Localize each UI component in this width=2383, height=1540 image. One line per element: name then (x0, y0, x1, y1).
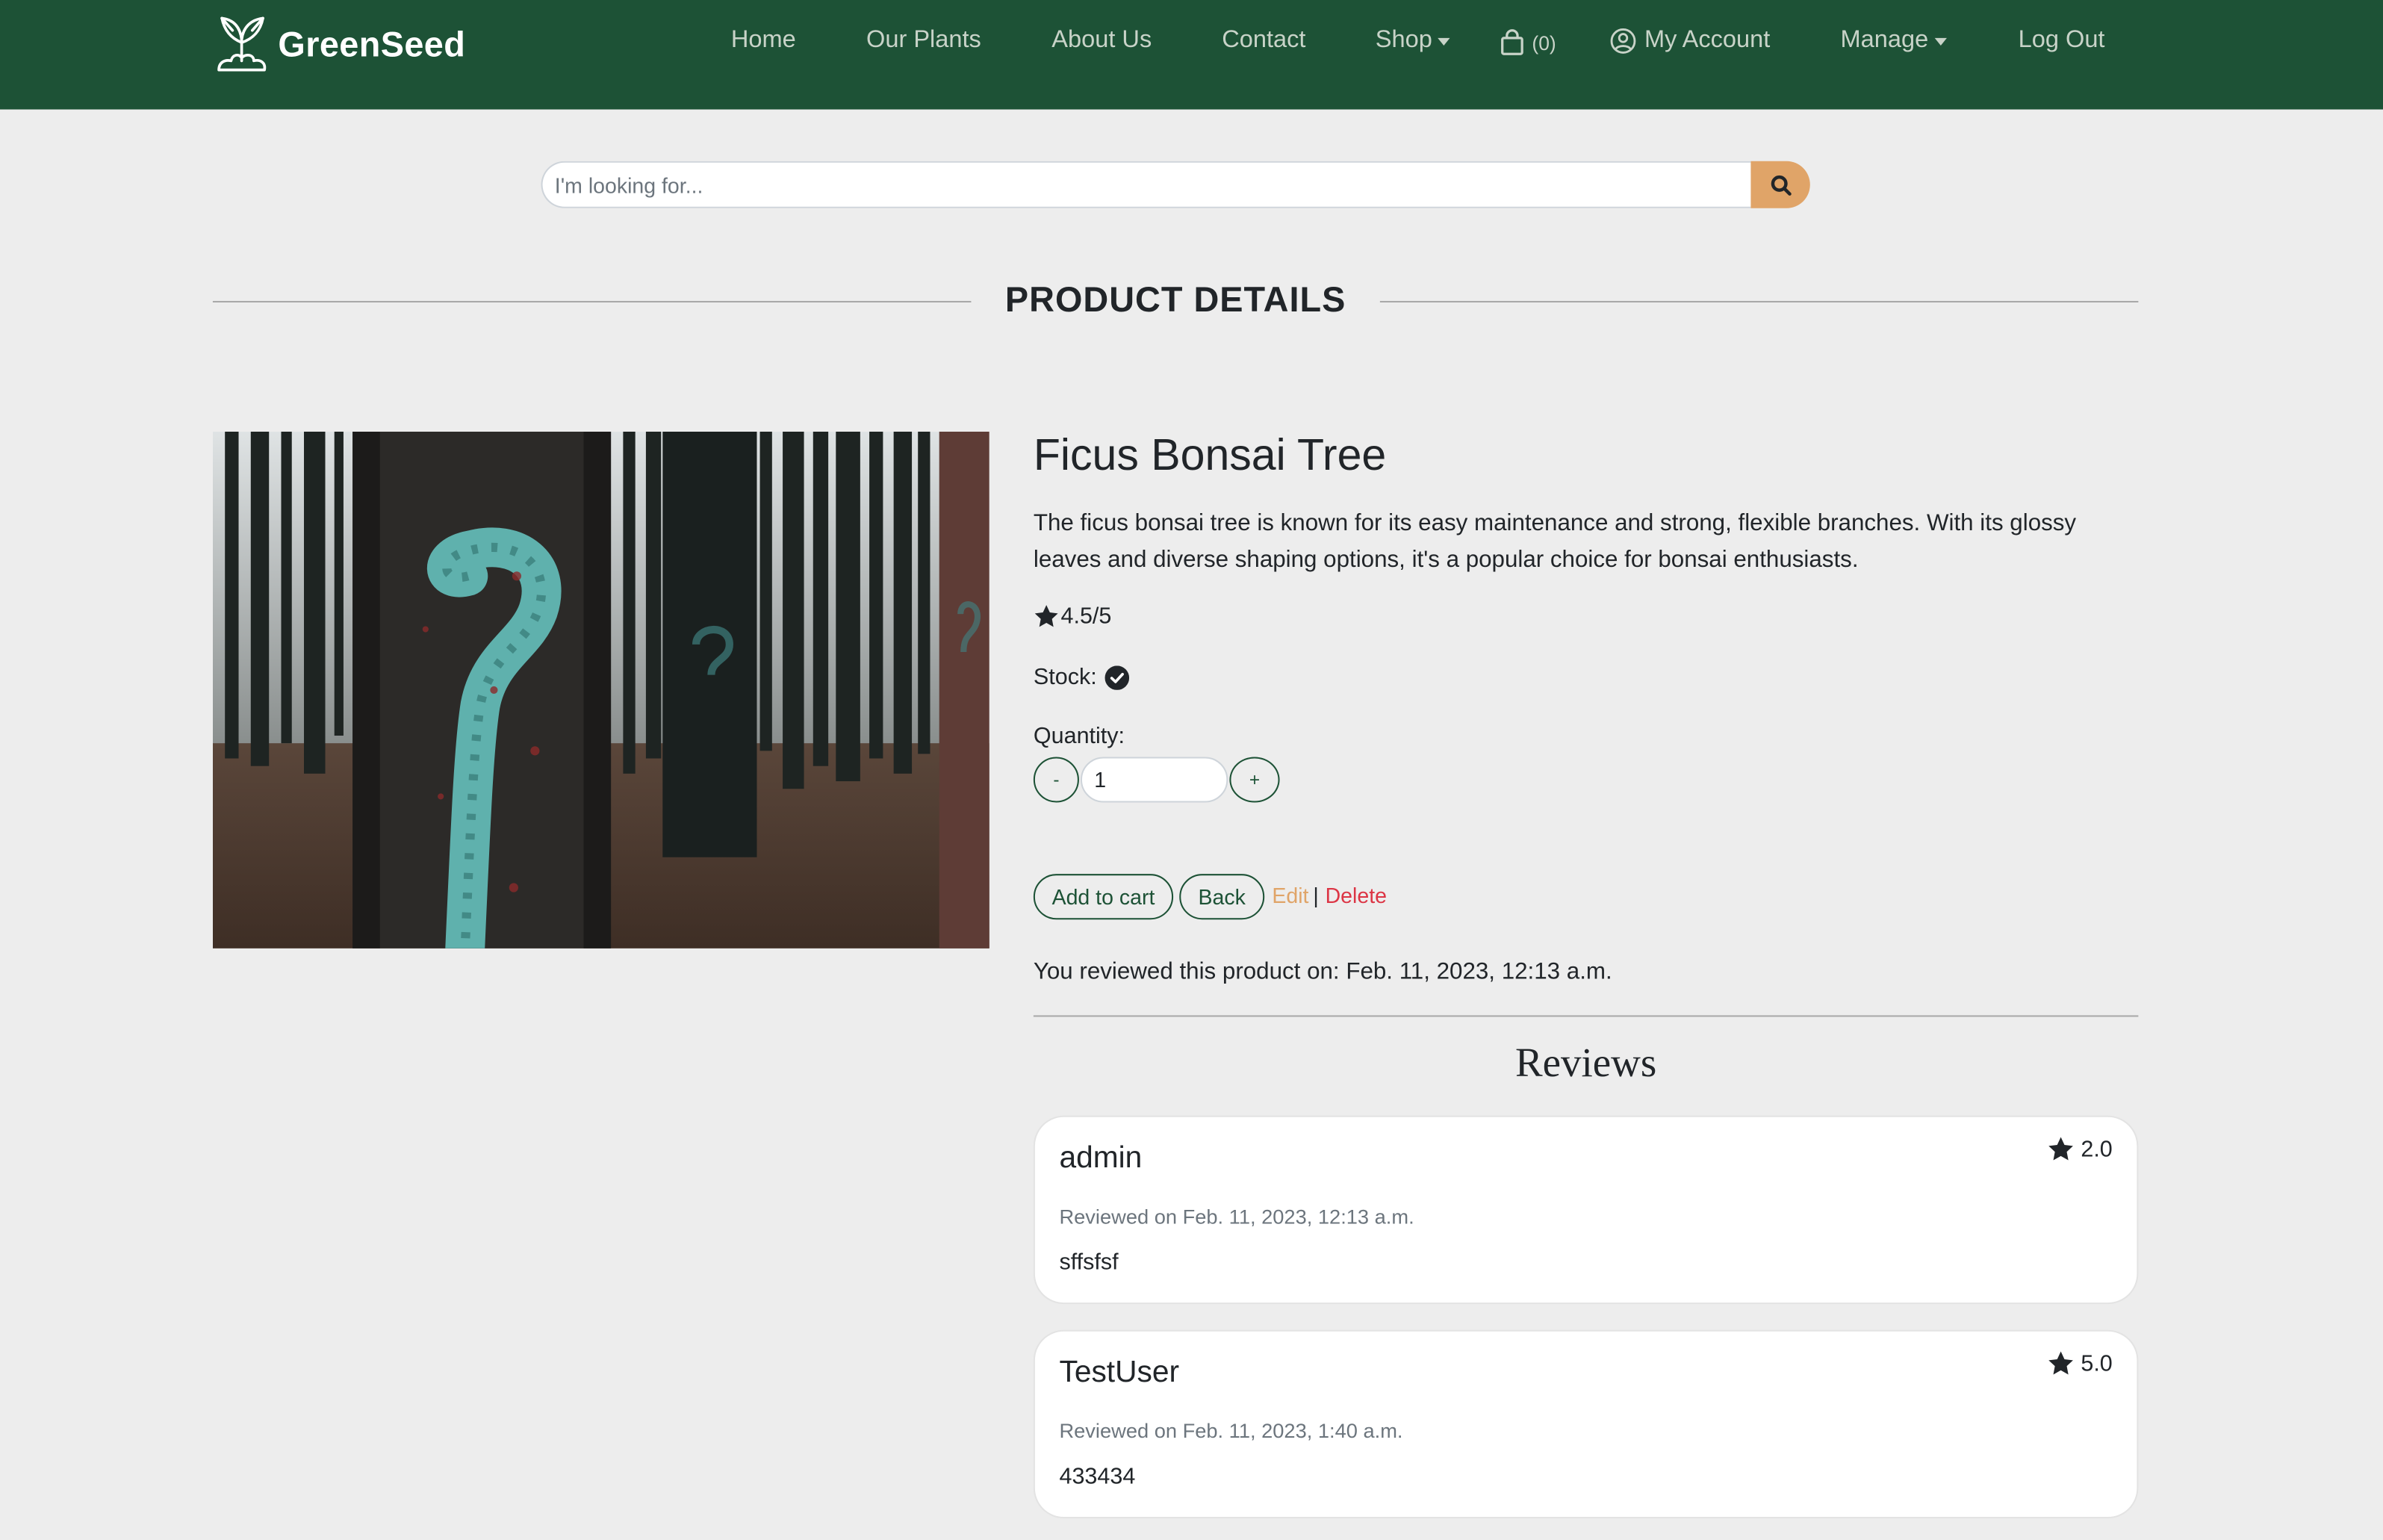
quantity-increase-button[interactable]: + (1229, 757, 1280, 803)
add-to-cart-label: Add to cart (1051, 884, 1155, 909)
nav-plants-label: Our Plants (866, 27, 981, 54)
nav-shop-label: Shop (1375, 27, 1432, 54)
review-card: admin 2.0 Reviewed on Feb. 11, 2023, 12:… (1033, 1115, 2139, 1305)
nav-shop-dropdown[interactable]: Shop (1375, 27, 1451, 55)
action-separator: | (1313, 883, 1319, 907)
caret-down-icon (1438, 37, 1451, 46)
star-icon (2048, 1137, 2074, 1161)
star-icon (1034, 605, 1058, 627)
nav-home[interactable]: Home (731, 28, 796, 55)
edit-link[interactable]: Edit (1272, 883, 1308, 907)
delete-link[interactable]: Delete (1326, 883, 1387, 907)
reviewed-note: You reviewed this product on: Feb. 11, 2… (1033, 959, 1612, 985)
search-input[interactable] (541, 161, 1751, 208)
review-score-value: 5.0 (2081, 1350, 2113, 1376)
review-score: 5.0 (2048, 1350, 2113, 1377)
search-bar (541, 161, 1809, 208)
shopping-bag-icon (1501, 29, 1523, 55)
rating-value: 4.5/5 (1060, 603, 1112, 630)
add-to-cart-button[interactable]: Add to cart (1033, 874, 1174, 920)
nav-cart[interactable]: (0) (1500, 29, 1556, 57)
review-score: 2.0 (2048, 1135, 2113, 1163)
review-user: TestUser (1059, 1356, 1180, 1390)
search-button[interactable] (1750, 161, 1810, 208)
nav-log-out[interactable]: Log Out (2019, 28, 2105, 55)
star-icon (2048, 1351, 2074, 1375)
minus-label: - (1053, 769, 1060, 791)
nav-about-label: About Us (1051, 27, 1152, 54)
plus-label: + (1249, 769, 1261, 791)
stock-label: Stock: (1033, 664, 1097, 690)
back-button[interactable]: Back (1179, 874, 1265, 920)
reviews-divider (1033, 1015, 2139, 1017)
product-description: The ficus bonsai tree is known for its e… (1033, 510, 2077, 573)
quantity-decrease-button[interactable]: - (1033, 757, 1079, 803)
caret-down-icon (1934, 37, 1947, 46)
page-title: PRODUCT DETAILS (1004, 279, 1346, 320)
nav-our-plants[interactable]: Our Plants (866, 28, 981, 55)
title-divider-left (212, 300, 972, 302)
review-user: admin (1059, 1141, 1143, 1176)
cart-count: (0) (1532, 31, 1556, 55)
check-circle-icon (1104, 665, 1129, 689)
review-text: 433434 (1059, 1463, 1136, 1490)
nav-manage-label: Manage (1840, 27, 1929, 54)
review-text: sffsfsf (1059, 1249, 1119, 1276)
product-rating: 4.5/5 (1034, 603, 1112, 630)
quantity-label: Quantity: (1033, 723, 1125, 750)
quantity-input[interactable] (1080, 757, 1228, 803)
navbar: GreenSeed Home Our Plants About Us Conta… (0, 0, 2383, 110)
review-card: TestUser 5.0 Reviewed on Feb. 11, 2023, … (1033, 1329, 2139, 1519)
nav-logout-label: Log Out (2018, 27, 2105, 54)
brand-name: GreenSeed (278, 23, 466, 63)
review-date: Reviewed on Feb. 11, 2023, 12:13 a.m. (1059, 1205, 1414, 1229)
nav-manage-dropdown[interactable]: Manage (1841, 28, 1947, 55)
nav-my-account[interactable]: My Account (1609, 28, 1770, 55)
product-image (212, 431, 989, 948)
search-icon (1770, 174, 1791, 195)
nav-contact-label: Contact (1222, 27, 1306, 54)
brand-logo[interactable]: GreenSeed (213, 12, 465, 75)
back-label: Back (1198, 884, 1246, 909)
reviews-heading: Reviews (1514, 1040, 1657, 1086)
nav-home-label: Home (730, 27, 796, 54)
title-divider-right (1379, 300, 2139, 302)
forest-photo (212, 431, 989, 948)
nav-contact[interactable]: Contact (1222, 28, 1305, 55)
nav-about-us[interactable]: About Us (1051, 28, 1152, 55)
review-date: Reviewed on Feb. 11, 2023, 1:40 a.m. (1059, 1419, 1403, 1443)
stock-status: Stock: (1034, 664, 1129, 690)
product-name: Ficus Bonsai Tree (1033, 431, 1387, 481)
seedling-logo-icon (217, 16, 267, 72)
nav-account-label: My Account (1644, 27, 1771, 54)
user-circle-icon (1610, 28, 1636, 54)
review-score-value: 2.0 (2081, 1136, 2113, 1162)
